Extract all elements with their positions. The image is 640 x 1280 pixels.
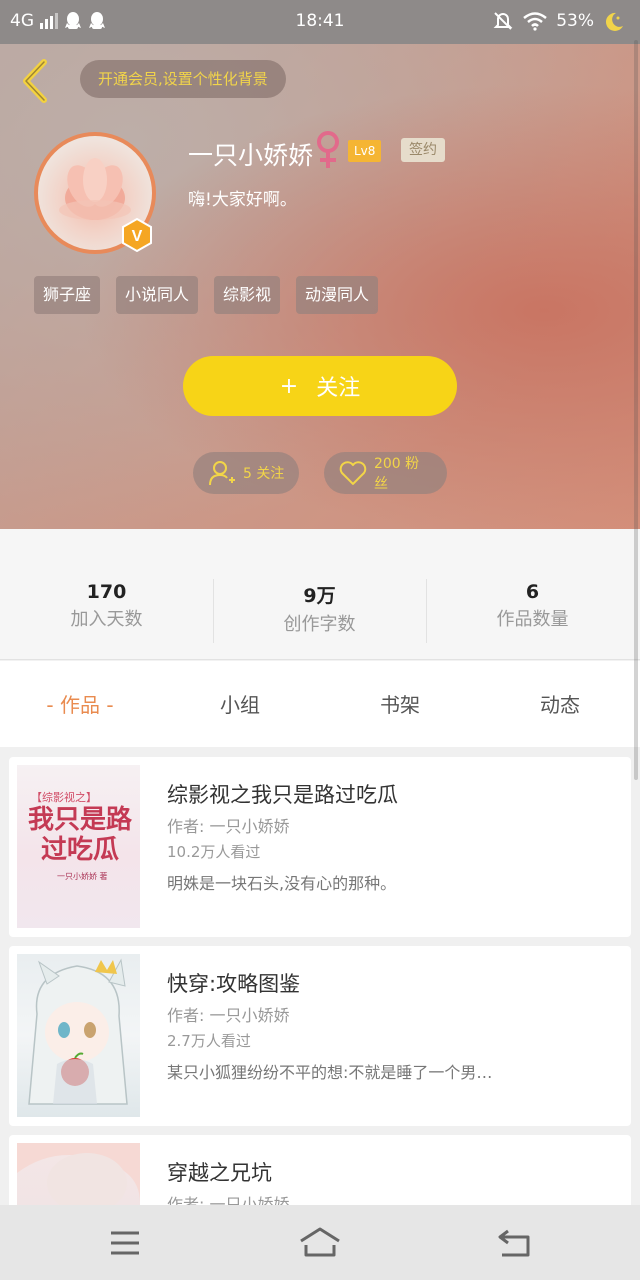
back-icon[interactable] xyxy=(494,1225,534,1261)
book-author: 作者: 一只小娇娇 xyxy=(167,817,290,836)
system-nav-bar xyxy=(0,1205,640,1280)
signed-author-badge: 签约 xyxy=(401,138,445,162)
home-icon[interactable] xyxy=(298,1225,342,1261)
book-cover: 【综影视之】 我只是路过吃瓜 一只小娇娇 著 xyxy=(17,765,140,928)
book-cover xyxy=(17,1143,140,1205)
stat-value: 170 xyxy=(86,581,127,603)
stats-panel: 170 加入天数 9万 创作字数 6 作品数量 xyxy=(0,529,640,660)
list-item[interactable]: 快穿:攻略图鉴 作者: 一只小娇娇 2.7万人看过 某只小狐狸纷纷不平的想:不就… xyxy=(9,946,631,1126)
book-author: 作者: 一只小娇娇 xyxy=(167,1006,290,1025)
cover-author: 一只小娇娇 著 xyxy=(57,872,108,881)
tag-item[interactable]: 小说同人 xyxy=(116,276,199,314)
follow-button[interactable]: + 关注 xyxy=(183,356,457,416)
stat-label: 创作字数 xyxy=(283,614,356,635)
list-item[interactable]: 穿越之兄坑 作者: 一只小娇娇 xyxy=(9,1135,631,1205)
battery-level: 53% xyxy=(556,11,594,31)
book-views: 2.7万人看过 xyxy=(167,1032,251,1050)
menu-icon[interactable] xyxy=(105,1225,145,1261)
following-count: 5 关注 xyxy=(243,466,285,482)
stat-works-count: 6 作品数量 xyxy=(426,581,639,631)
follow-button-label: 关注 xyxy=(316,376,361,401)
book-title: 穿越之兄坑 xyxy=(167,1161,272,1185)
anime-girl-illustration xyxy=(28,958,128,1105)
list-item[interactable]: 【综影视之】 我只是路过吃瓜 一只小娇娇 著 综影视之我只是路过吃瓜 作者: 一… xyxy=(9,757,631,937)
vip-background-banner[interactable]: 开通会员,设置个性化背景 xyxy=(80,60,286,98)
tab-bookshelf[interactable]: 书架 xyxy=(300,689,500,718)
verified-v-badge-icon: V xyxy=(122,218,152,252)
fans-count-button[interactable]: 200 粉丝 xyxy=(324,452,447,494)
avatar[interactable]: V xyxy=(34,132,156,254)
book-cover-illustration xyxy=(17,1143,140,1205)
heart-icon xyxy=(339,461,367,485)
tag-list: 狮子座 小说同人 综影视 动漫同人 xyxy=(34,276,379,314)
status-bar: 4G 18:41 53% xyxy=(0,0,640,44)
tag-item[interactable]: 狮子座 xyxy=(34,276,101,314)
tab-activity[interactable]: 动态 xyxy=(480,689,640,718)
profile-tabs: - 作品 - 小组 书架 动态 xyxy=(0,661,640,747)
book-description: 某只小狐狸纷纷不平的想:不就是睡了一个男… xyxy=(167,1063,493,1082)
stat-value: 9万 xyxy=(303,585,336,607)
user-bio: 嗨!大家好啊。 xyxy=(188,190,297,210)
back-arrow-icon[interactable] xyxy=(16,58,52,104)
stat-word-count: 9万 创作字数 xyxy=(213,581,426,636)
profile-header: 开通会员,设置个性化背景 V 一只小娇娇 Lv8 签约 嗨!大家好啊。 狮子座 … xyxy=(0,44,640,529)
book-title: 快穿:攻略图鉴 xyxy=(167,972,301,996)
cover-title: 我只是路过吃瓜 xyxy=(27,805,132,865)
fans-count: 200 粉丝 xyxy=(373,456,420,492)
book-list: 【综影视之】 我只是路过吃瓜 一只小娇娇 著 综影视之我只是路过吃瓜 作者: 一… xyxy=(0,747,640,1205)
stat-value: 6 xyxy=(525,581,540,603)
book-views: 10.2万人看过 xyxy=(167,843,261,861)
book-title: 综影视之我只是路过吃瓜 xyxy=(167,783,398,807)
add-user-icon xyxy=(209,461,235,486)
cover-subtitle: 【综影视之】 xyxy=(31,791,97,804)
female-gender-icon xyxy=(317,131,339,168)
mute-bell-icon xyxy=(493,12,513,30)
stat-join-days: 170 加入天数 xyxy=(0,581,213,631)
stat-label: 加入天数 xyxy=(70,609,143,630)
night-mode-icon xyxy=(605,12,623,31)
verified-v-letter: V xyxy=(132,228,143,245)
username: 一只小娇娇 xyxy=(188,141,314,170)
book-author: 作者: 一只小娇娇 xyxy=(167,1195,290,1205)
wifi-icon xyxy=(523,12,547,31)
tab-works[interactable]: - 作品 - xyxy=(0,689,160,718)
plus-icon: + xyxy=(279,373,299,399)
stat-label: 作品数量 xyxy=(496,609,569,630)
tab-groups[interactable]: 小组 xyxy=(160,689,320,718)
book-description: 明姝是一块石头,没有心的那种。 xyxy=(167,874,397,893)
level-badge: Lv8 xyxy=(348,140,382,162)
scrollbar[interactable] xyxy=(634,40,638,780)
tag-item[interactable]: 综影视 xyxy=(214,276,281,314)
following-count-button[interactable]: 5 关注 xyxy=(193,452,299,494)
tag-item[interactable]: 动漫同人 xyxy=(296,276,379,314)
book-cover xyxy=(17,954,140,1117)
